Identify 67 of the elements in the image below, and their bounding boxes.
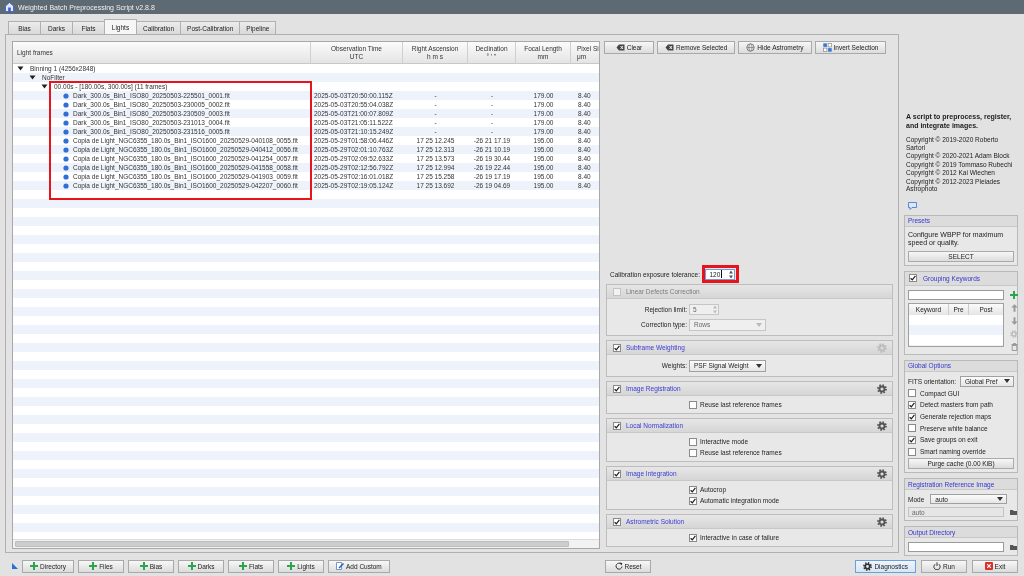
caret-icon [756,363,762,368]
text-cursor [721,270,723,278]
plus-icon [89,562,98,570]
globe-icon [746,43,756,52]
expand-arrow-icon[interactable] [17,65,24,72]
dot-icon [63,173,69,180]
checkbox[interactable] [689,533,697,542]
speech-bubble-icon[interactable] [908,201,917,210]
checkbox[interactable] [689,437,697,446]
dot-icon [63,101,69,108]
horizontal-scrollbar[interactable] [13,539,599,548]
spin-arrows-icon [729,269,734,279]
expand-arrow-icon[interactable] [41,83,48,90]
plus-icon [139,562,148,570]
folder-icon[interactable] [1010,509,1017,515]
caret-icon [997,497,1004,501]
dot-icon [63,164,69,171]
checkbox[interactable] [908,389,916,398]
checkbox[interactable] [908,447,916,456]
corner-triangle-icon[interactable] [12,563,18,569]
backspace-icon [665,44,674,51]
dot-icon [63,146,69,153]
power-icon [933,562,942,570]
checkbox[interactable] [909,274,917,283]
checkbox[interactable] [908,435,916,444]
checkbox[interactable] [613,421,621,430]
expand-arrow-icon[interactable] [29,74,36,81]
checkbox[interactable] [689,496,697,505]
squares-icon [822,43,832,52]
dot-icon [63,92,69,99]
gear-icon[interactable] [877,516,887,527]
plus-icon [30,562,38,570]
pencil-page-icon [336,562,344,570]
plus-icon [287,562,296,570]
checkbox[interactable] [689,485,697,494]
checkbox[interactable] [908,412,916,421]
dot-icon [63,155,69,162]
circular-arrow-icon [614,562,623,570]
checkbox[interactable] [613,343,621,352]
dot-icon [63,128,69,135]
dot-icon [63,110,69,117]
plus-icon[interactable] [1010,290,1018,299]
caret-icon [756,322,762,327]
keyword-input-field[interactable] [908,289,1004,300]
spin-arrows-icon [713,305,717,314]
backspace-icon [615,44,625,51]
checkbox[interactable] [908,400,916,409]
gear-icon [863,561,873,571]
gear-icon[interactable] [877,420,887,431]
dot-icon [63,137,69,144]
gear-icon[interactable] [877,468,887,479]
output-directory-field[interactable] [908,542,1004,552]
dot-icon [63,182,69,189]
plus-icon [238,562,247,570]
dot-icon [63,119,69,126]
house-icon [5,2,14,12]
checkbox[interactable] [689,448,697,457]
gear-icon[interactable] [877,383,887,394]
checkbox[interactable] [689,400,697,409]
checkbox[interactable] [613,469,621,478]
checkbox[interactable] [908,424,916,433]
close-icon [984,562,993,570]
checkbox[interactable] [613,517,621,526]
checkbox[interactable] [613,384,621,393]
caret-icon [1004,379,1010,384]
folder-icon[interactable] [1010,544,1017,550]
plus-icon [187,562,196,570]
